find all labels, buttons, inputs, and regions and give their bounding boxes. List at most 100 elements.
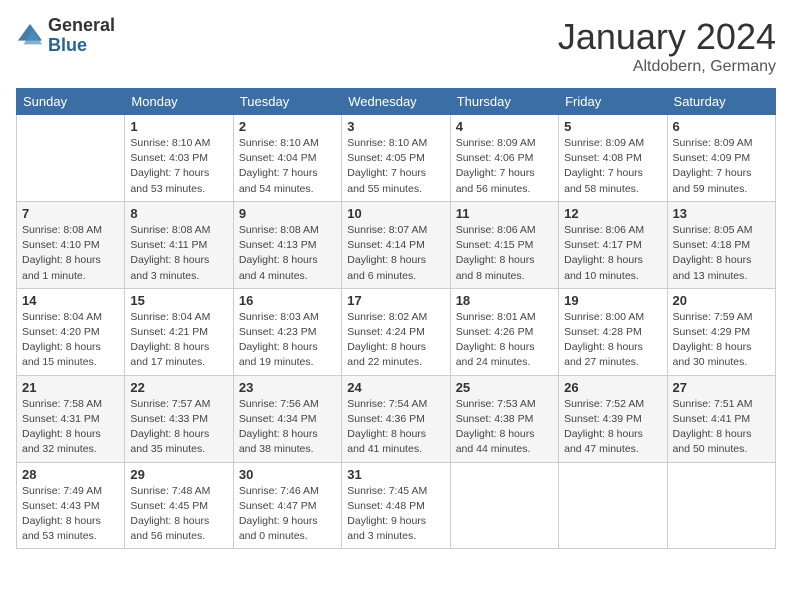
day-info: Sunrise: 8:09 AMSunset: 4:08 PMDaylight:…	[564, 136, 661, 197]
day-info: Sunrise: 8:07 AMSunset: 4:14 PMDaylight:…	[347, 223, 444, 284]
day-number: 21	[22, 380, 119, 395]
col-tuesday: Tuesday	[233, 89, 341, 115]
calendar-cell: 2 Sunrise: 8:10 AMSunset: 4:04 PMDaylight…	[233, 115, 341, 202]
col-friday: Friday	[559, 89, 667, 115]
day-number: 25	[456, 380, 553, 395]
calendar-cell: 15Sunrise: 8:04 AMSunset: 4:21 PMDayligh…	[125, 288, 233, 375]
day-number: 3	[347, 119, 444, 134]
day-number: 30	[239, 467, 336, 482]
location-title: Altdobern, Germany	[558, 58, 776, 76]
day-number: 27	[673, 380, 770, 395]
day-info: Sunrise: 8:04 AMSunset: 4:21 PMDaylight:…	[130, 310, 227, 371]
calendar-week-row: 28Sunrise: 7:49 AMSunset: 4:43 PMDayligh…	[17, 462, 776, 549]
day-info: Sunrise: 8:00 AMSunset: 4:28 PMDaylight:…	[564, 310, 661, 371]
day-info: Sunrise: 8:09 AMSunset: 4:09 PMDaylight:…	[673, 136, 770, 197]
col-monday: Monday	[125, 89, 233, 115]
day-number: 4	[456, 119, 553, 134]
day-info: Sunrise: 8:08 AMSunset: 4:13 PMDaylight:…	[239, 223, 336, 284]
calendar-cell: 4Sunrise: 8:09 AMSunset: 4:06 PMDaylight…	[450, 115, 558, 202]
logo-general: General	[48, 16, 115, 36]
calendar-cell	[17, 115, 125, 202]
calendar-cell: 9Sunrise: 8:08 AMSunset: 4:13 PMDaylight…	[233, 201, 341, 288]
day-info: Sunrise: 7:51 AMSunset: 4:41 PMDaylight:…	[673, 397, 770, 458]
day-info: Sunrise: 8:03 AMSunset: 4:23 PMDaylight:…	[239, 310, 336, 371]
calendar-cell	[559, 462, 667, 549]
day-info: Sunrise: 7:56 AMSunset: 4:34 PMDaylight:…	[239, 397, 336, 458]
logo-text: General Blue	[48, 16, 115, 56]
calendar-cell: 14 Sunrise: 8:04 AMSunset: 4:20 PMDayligh…	[17, 288, 125, 375]
day-number: 8	[130, 206, 227, 221]
calendar-cell: 21 Sunrise: 7:58 AMSunset: 4:31 PMDayligh…	[17, 375, 125, 462]
day-number: 26	[564, 380, 661, 395]
calendar-cell	[450, 462, 558, 549]
day-info: Sunrise: 7:54 AMSunset: 4:36 PMDaylight:…	[347, 397, 444, 458]
day-number: 20	[673, 293, 770, 308]
day-number: 10	[347, 206, 444, 221]
day-info: Sunrise: 7:48 AMSunset: 4:45 PMDaylight:…	[130, 484, 227, 545]
day-info: Sunrise: 8:10 AMSunset: 4:05 PMDaylight:…	[347, 136, 444, 197]
day-number: 29	[130, 467, 227, 482]
day-number: 19	[564, 293, 661, 308]
day-number: 11	[456, 206, 553, 221]
calendar-table: Sunday Monday Tuesday Wednesday Thursday…	[16, 88, 776, 549]
calendar-cell: 24 Sunrise: 7:54 AMSunset: 4:36 PMDayligh…	[342, 375, 450, 462]
day-number: 16	[239, 293, 336, 308]
calendar-cell: 17Sunrise: 8:02 AMSunset: 4:24 PMDayligh…	[342, 288, 450, 375]
day-number: 6	[673, 119, 770, 134]
day-info: Sunrise: 7:52 AMSunset: 4:39 PMDaylight:…	[564, 397, 661, 458]
day-number: 24	[347, 380, 444, 395]
calendar-cell: 19 Sunrise: 8:00 AMSunset: 4:28 PMDayligh…	[559, 288, 667, 375]
day-number: 22	[130, 380, 227, 395]
day-info: Sunrise: 8:01 AMSunset: 4:26 PMDaylight:…	[456, 310, 553, 371]
col-thursday: Thursday	[450, 89, 558, 115]
title-block: January 2024 Altdobern, Germany	[558, 16, 776, 76]
calendar-cell: 11 Sunrise: 8:06 AMSunset: 4:15 PMDayligh…	[450, 201, 558, 288]
calendar-cell: 30 Sunrise: 7:46 AMSunset: 4:47 PMDayligh…	[233, 462, 341, 549]
day-info: Sunrise: 7:53 AMSunset: 4:38 PMDaylight:…	[456, 397, 553, 458]
day-number: 14	[22, 293, 119, 308]
calendar-week-row: 14 Sunrise: 8:04 AMSunset: 4:20 PMDayligh…	[17, 288, 776, 375]
calendar-cell: 12Sunrise: 8:06 AMSunset: 4:17 PMDayligh…	[559, 201, 667, 288]
logo-icon	[16, 22, 44, 50]
day-info: Sunrise: 7:46 AMSunset: 4:47 PMDaylight:…	[239, 484, 336, 545]
day-number: 31	[347, 467, 444, 482]
calendar-cell: 27 Sunrise: 7:51 AMSunset: 4:41 PMDayligh…	[667, 375, 775, 462]
calendar-cell: 26 Sunrise: 7:52 AMSunset: 4:39 PMDayligh…	[559, 375, 667, 462]
calendar-cell: 20Sunrise: 7:59 AMSunset: 4:29 PMDayligh…	[667, 288, 775, 375]
calendar-cell: 16 Sunrise: 8:03 AMSunset: 4:23 PMDayligh…	[233, 288, 341, 375]
day-info: Sunrise: 7:57 AMSunset: 4:33 PMDaylight:…	[130, 397, 227, 458]
day-info: Sunrise: 8:04 AMSunset: 4:20 PMDaylight:…	[22, 310, 119, 371]
day-number: 23	[239, 380, 336, 395]
day-info: Sunrise: 8:10 AMSunset: 4:04 PMDaylight:…	[239, 136, 336, 197]
day-number: 5	[564, 119, 661, 134]
calendar-cell: 13Sunrise: 8:05 AMSunset: 4:18 PMDayligh…	[667, 201, 775, 288]
col-wednesday: Wednesday	[342, 89, 450, 115]
logo: General Blue	[16, 16, 115, 56]
calendar-cell: 7 Sunrise: 8:08 AMSunset: 4:10 PMDaylight…	[17, 201, 125, 288]
calendar-cell: 23 Sunrise: 7:56 AMSunset: 4:34 PMDayligh…	[233, 375, 341, 462]
calendar-cell: 3 Sunrise: 8:10 AMSunset: 4:05 PMDaylight…	[342, 115, 450, 202]
day-number: 28	[22, 467, 119, 482]
calendar-week-row: 21 Sunrise: 7:58 AMSunset: 4:31 PMDayligh…	[17, 375, 776, 462]
calendar-cell: 10 Sunrise: 8:07 AMSunset: 4:14 PMDayligh…	[342, 201, 450, 288]
day-number: 2	[239, 119, 336, 134]
day-info: Sunrise: 8:06 AMSunset: 4:15 PMDaylight:…	[456, 223, 553, 284]
calendar-cell	[667, 462, 775, 549]
calendar-cell: 22 Sunrise: 7:57 AMSunset: 4:33 PMDayligh…	[125, 375, 233, 462]
calendar-cell: 5 Sunrise: 8:09 AMSunset: 4:08 PMDaylight…	[559, 115, 667, 202]
page-header: General Blue January 2024 Altdobern, Ger…	[16, 16, 776, 76]
day-number: 7	[22, 206, 119, 221]
logo-blue: Blue	[48, 36, 115, 56]
calendar-cell: 6 Sunrise: 8:09 AMSunset: 4:09 PMDaylight…	[667, 115, 775, 202]
calendar-cell: 8Sunrise: 8:08 AMSunset: 4:11 PMDaylight…	[125, 201, 233, 288]
col-saturday: Saturday	[667, 89, 775, 115]
calendar-week-row: 1Sunrise: 8:10 AMSunset: 4:03 PMDaylight…	[17, 115, 776, 202]
calendar-cell: 25 Sunrise: 7:53 AMSunset: 4:38 PMDayligh…	[450, 375, 558, 462]
day-info: Sunrise: 7:45 AMSunset: 4:48 PMDaylight:…	[347, 484, 444, 545]
day-info: Sunrise: 8:08 AMSunset: 4:10 PMDaylight:…	[22, 223, 119, 284]
calendar-cell: 28Sunrise: 7:49 AMSunset: 4:43 PMDayligh…	[17, 462, 125, 549]
calendar-cell: 18Sunrise: 8:01 AMSunset: 4:26 PMDayligh…	[450, 288, 558, 375]
day-info: Sunrise: 8:06 AMSunset: 4:17 PMDaylight:…	[564, 223, 661, 284]
calendar-cell: 29 Sunrise: 7:48 AMSunset: 4:45 PMDayligh…	[125, 462, 233, 549]
day-info: Sunrise: 7:58 AMSunset: 4:31 PMDaylight:…	[22, 397, 119, 458]
